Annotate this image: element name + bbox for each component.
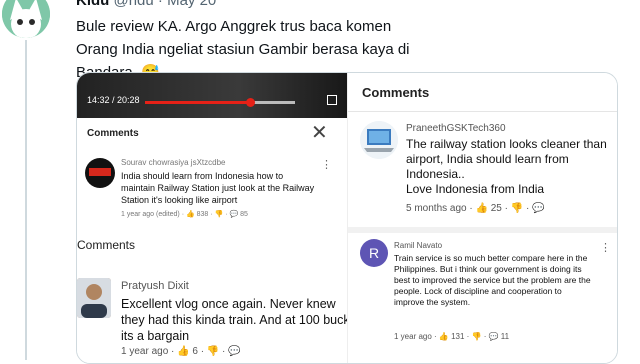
tweet-media[interactable]: 14:32 / 20:28 Comments ✕ Sourav chowrasi… [76, 72, 618, 364]
comment-text: Excellent vlog once again. Never knew th… [121, 297, 360, 343]
commenter-avatar-letter[interactable]: R [360, 239, 388, 267]
commenter-avatar-photo[interactable] [77, 278, 111, 318]
laptop-icon [360, 121, 398, 159]
thread-line [25, 40, 27, 360]
user-avatar[interactable] [2, 0, 50, 38]
comment-meta[interactable]: 1 year ago · 👍 131 · 👎 · 💬 11 [394, 332, 509, 341]
comment-meta[interactable]: 5 months ago · 👍 25 · 👎 · 💬 [406, 203, 545, 214]
comment-author[interactable]: PraneethGSKTech360 [406, 123, 506, 134]
comment-text: The railway station looks cleaner than a… [406, 137, 607, 196]
section-divider [348, 227, 617, 233]
comments-header-small: Comments [87, 128, 139, 139]
commenter-avatar[interactable] [85, 158, 115, 188]
more-options-icon[interactable]: ⋮ [321, 158, 332, 171]
cat-avatar-icon [2, 0, 50, 38]
avatar-logo-strip [89, 168, 111, 176]
right-comments-pane: Comments PraneethGSKTech360 The railway … [347, 73, 617, 363]
left-comments-pane: Comments ✕ Sourav chowrasiya jsXtzcdbe ⋮… [77, 118, 359, 363]
comment-author[interactable]: Sourav chowrasiya jsXtzcdbe [121, 158, 226, 167]
video-time: 14:32 / 20:28 [87, 95, 140, 105]
comment-meta[interactable]: 1 year ago (edited) · 👍 838 · 👎 · 💬 85 [121, 210, 248, 218]
tweet-header[interactable]: Kidu @ridu · May 20 [76, 0, 216, 9]
video-progress-bar[interactable] [145, 98, 295, 107]
video-scrubber[interactable] [246, 98, 255, 107]
comments-header-large: Comments [77, 238, 136, 252]
tweet-handle-date[interactable]: @ridu · May 20 [114, 0, 217, 9]
comment-author[interactable]: Pratyush Dixit [121, 280, 189, 292]
comment-meta[interactable]: 1 year ago · 👍 6 · 👎 · 💬 [121, 346, 241, 357]
video-progress-fill [145, 101, 250, 104]
comment-author[interactable]: Ramil Navato [394, 241, 442, 250]
tweet-author-name[interactable]: Kidu [76, 0, 109, 9]
comment-text: India should learn from Indonesia how to… [121, 171, 315, 205]
comments-header: Comments [362, 85, 430, 100]
more-options-icon[interactable]: ⋮ [600, 241, 611, 254]
fullscreen-icon[interactable] [327, 95, 337, 105]
divider [348, 111, 617, 112]
commenter-avatar[interactable] [360, 121, 398, 159]
person-photo-icon [77, 278, 111, 318]
close-icon[interactable]: ✕ [311, 120, 328, 145]
video-player[interactable]: 14:32 / 20:28 [77, 73, 347, 118]
comment-text: Train service is so much better compare … [394, 253, 591, 307]
